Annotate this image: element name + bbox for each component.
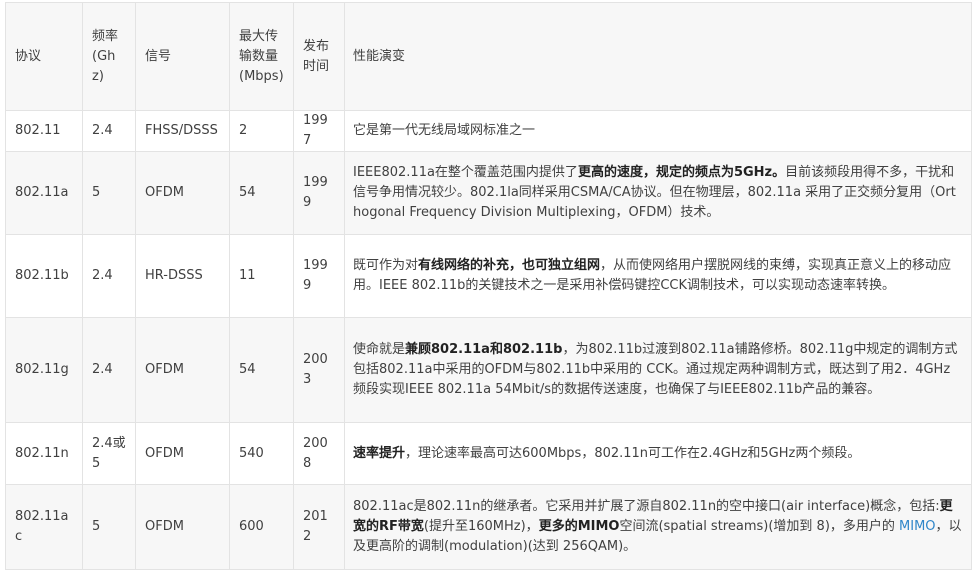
header-row: 协议 频率(Ghz) 信号 最大传输数量(Mbps) 发布时间 性能演变 bbox=[5, 2, 972, 111]
signal-cell: FHSS/DSSS bbox=[135, 110, 230, 152]
protocol-cell: 802.11g bbox=[5, 317, 83, 423]
table-row: 802.11ac 5 OFDM 600 2012 802.11ac是802.11n的继承者… bbox=[5, 484, 972, 570]
bold-text: 更多的MIMO bbox=[538, 519, 620, 534]
evolution-cell: 它是第一代无线局域网标准之一 bbox=[344, 110, 972, 152]
table-row: 802.11g 2.4 OFDM 54 2003 使命就是兼顾802.11a和802.11… bbox=[5, 317, 972, 423]
table-row: 802.11n 2.4或5 OFDM 540 2008 速率提升，理论速率最高可达600M… bbox=[5, 422, 972, 485]
description-text: (提升至160MHz)， bbox=[423, 519, 539, 534]
evolution-cell: 既可作为对有线网络的补充，也可独立组网，从而使网络用户摆脱网线的束缚，实现真正意… bbox=[344, 234, 972, 318]
protocol-cell: 802.11ac bbox=[5, 484, 83, 570]
frequency-cell: 5 bbox=[82, 484, 136, 570]
release-year-cell: 1999 bbox=[293, 234, 345, 318]
protocol-cell: 802.11 bbox=[5, 110, 83, 152]
page: 协议 频率(Ghz) 信号 最大传输数量(Mbps) 发布时间 性能演变 802… bbox=[0, 0, 977, 575]
header-protocol: 协议 bbox=[5, 2, 83, 111]
frequency-cell: 2.4 bbox=[82, 234, 136, 318]
frequency-cell: 5 bbox=[82, 151, 136, 235]
header-max-rate: 最大传输数量(Mbps) bbox=[229, 2, 294, 111]
bold-text: 有线网络的补充，也可独立组网 bbox=[418, 258, 601, 273]
signal-cell: OFDM bbox=[135, 151, 230, 235]
bold-text: 速率提升 bbox=[353, 445, 406, 461]
signal-cell: OFDM bbox=[135, 484, 230, 570]
max-rate-cell: 54 bbox=[229, 151, 294, 235]
wifi-protocol-table: 协议 频率(Ghz) 信号 最大传输数量(Mbps) 发布时间 性能演变 802… bbox=[5, 2, 972, 570]
description-text: 使命就是 bbox=[353, 342, 406, 357]
release-year-cell: 1997 bbox=[293, 110, 345, 152]
max-rate-cell: 2 bbox=[229, 110, 294, 152]
mimo-link[interactable]: MIMO bbox=[899, 519, 936, 534]
evolution-cell: 使命就是兼顾802.11a和802.11b，为802.11b过渡到802.11a… bbox=[344, 317, 972, 423]
max-rate-cell: 600 bbox=[229, 484, 294, 570]
description-text: 它是第一代无线局域网标准之一 bbox=[353, 123, 536, 138]
description-text: IEEE802.11a在整个覆盖范围内提供了 bbox=[353, 165, 578, 180]
table-row: 802.11b 2.4 HR-DSSS 11 1999 既可作为对有线网络的补充，也可独立… bbox=[5, 234, 972, 318]
bold-text: 兼顾802.11a和802.11b bbox=[405, 342, 563, 357]
evolution-cell: 802.11ac是802.11n的继承者。它采用并扩展了源自802.11n的空中… bbox=[344, 484, 972, 570]
signal-cell: OFDM bbox=[135, 317, 230, 423]
release-year-cell: 1999 bbox=[293, 151, 345, 235]
header-release-time: 发布时间 bbox=[293, 2, 345, 111]
protocol-cell: 802.11a bbox=[5, 151, 83, 235]
frequency-cell: 2.4 bbox=[82, 110, 136, 152]
description-text: 802.11ac是802.11n的继承者。它采用并扩展了源自802.11n的空中… bbox=[353, 499, 940, 514]
description-text: 既可作为对 bbox=[353, 258, 419, 273]
protocol-cell: 802.11n bbox=[5, 422, 83, 485]
release-year-cell: 2008 bbox=[293, 422, 345, 485]
release-year-cell: 2012 bbox=[293, 484, 345, 570]
bold-text: 更高的速度，规定的频点为5GHz。 bbox=[577, 165, 786, 180]
description-text: ，理论速率最高可达600Mbps，802.11n可工作在2.4GHz和5GHz两… bbox=[405, 445, 861, 461]
frequency-cell: 2.4 bbox=[82, 317, 136, 423]
max-rate-cell: 54 bbox=[229, 317, 294, 423]
signal-cell: OFDM bbox=[135, 422, 230, 485]
release-year-cell: 2003 bbox=[293, 317, 345, 423]
table-row: 802.11 2.4 FHSS/DSSS 2 1997 它是第一代无线局域网标准之一 bbox=[5, 110, 972, 152]
protocol-cell: 802.11b bbox=[5, 234, 83, 318]
header-frequency: 频率(Ghz) bbox=[82, 2, 136, 111]
table-row: 802.11a 5 OFDM 54 1999 IEEE802.11a在整个覆盖范围内提供了… bbox=[5, 151, 972, 235]
max-rate-cell: 11 bbox=[229, 234, 294, 318]
header-signal: 信号 bbox=[135, 2, 230, 111]
evolution-cell: IEEE802.11a在整个覆盖范围内提供了更高的速度，规定的频点为5GHz。目… bbox=[344, 151, 972, 235]
evolution-cell: 速率提升，理论速率最高可达600Mbps，802.11n可工作在2.4GHz和5… bbox=[344, 422, 972, 485]
signal-cell: HR-DSSS bbox=[135, 234, 230, 318]
description-text: 空间流(spatial streams)(增加到 8)，多用户的 bbox=[619, 519, 900, 534]
header-evolution: 性能演变 bbox=[344, 2, 972, 111]
frequency-cell: 2.4或5 bbox=[82, 422, 136, 485]
max-rate-cell: 540 bbox=[229, 422, 294, 485]
table-body: 协议 频率(Ghz) 信号 最大传输数量(Mbps) 发布时间 性能演变 802… bbox=[5, 2, 972, 570]
